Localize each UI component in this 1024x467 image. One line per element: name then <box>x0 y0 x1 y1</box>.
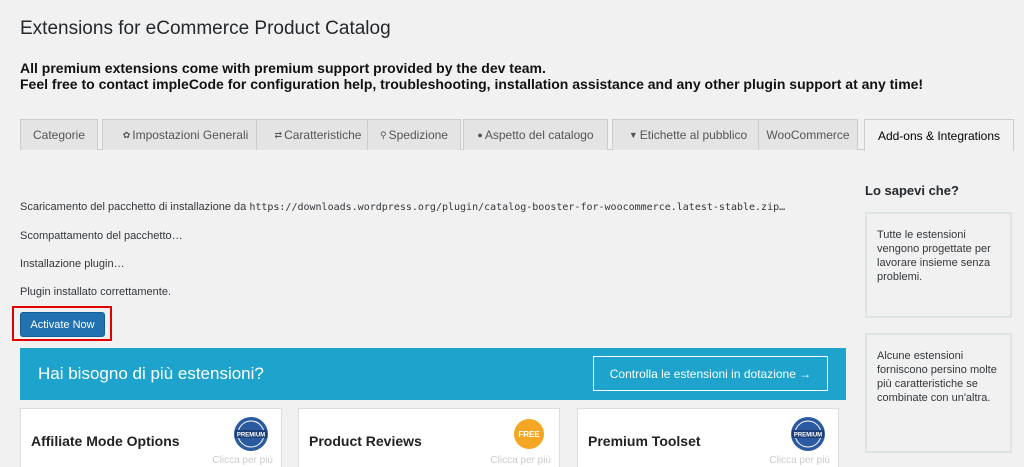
check-extensions-button[interactable]: Controlla le estensioni in dotazione → <box>593 356 828 391</box>
log-install: Installazione plugin… <box>20 258 125 270</box>
gear-icon: ✿ <box>122 129 131 140</box>
tab-aspetto-del-catalogo[interactable]: ● Aspetto del catalogo <box>463 119 608 150</box>
intro-line-1: All premium extensions come with premium… <box>20 60 546 76</box>
tab-woocommerce[interactable]: WooCommerce <box>758 119 858 150</box>
card-more-link[interactable]: Clicca per più <box>212 455 273 466</box>
badge-text: PREMIUM <box>794 433 822 439</box>
card-affiliate-mode-options[interactable]: Affiliate Mode Options PREMIUM Clicca pe… <box>20 408 282 467</box>
sidebar-title: Lo sapevi che? <box>865 183 959 198</box>
settings-tabs: Categorie ✿ Impostazioni Generali ⇄ Cara… <box>20 119 1014 151</box>
tab-caratteristiche[interactable]: ⇄ Caratteristiche <box>256 119 380 150</box>
banner-title: Hai bisogno di più estensioni? <box>38 364 264 383</box>
card-more-link[interactable]: Clicca per più <box>490 455 551 466</box>
tab-label: Impostazioni Generali <box>132 128 249 142</box>
speech-bubble-icon: ▼ <box>628 130 638 140</box>
log-download: Scaricamento del pacchetto di installazi… <box>20 201 785 213</box>
intro-line-2: Feel free to contact impleCode for confi… <box>20 76 924 92</box>
tab-spedizione[interactable]: ⚲ Spedizione <box>367 119 461 150</box>
location-pin-icon: ⚲ <box>380 129 387 140</box>
extensions-banner: Hai bisogno di più estensioni? Controlla… <box>20 348 846 400</box>
shuffle-icon: ⇄ <box>274 129 283 140</box>
page-title: Extensions for eCommerce Product Catalog <box>20 18 391 39</box>
tab-label: WooCommerce <box>766 128 850 142</box>
tab-label: Categorie <box>32 128 86 142</box>
premium-badge-icon: PREMIUM <box>234 417 268 451</box>
paint-icon: ● <box>477 130 483 140</box>
card-title: Premium Toolset <box>588 433 701 449</box>
intro-text: All premium extensions come with premium… <box>20 60 923 92</box>
free-badge-icon: FREE <box>514 419 544 449</box>
badge-text: PREMIUM <box>237 433 265 439</box>
tab-categorie[interactable]: Categorie <box>20 119 98 150</box>
tab-label: Aspetto del catalogo <box>484 128 594 142</box>
card-more-link[interactable]: Clicca per più <box>769 455 830 466</box>
premium-badge-icon: PREMIUM <box>791 417 825 451</box>
log-unpack: Scompattamento del pacchetto… <box>20 230 183 242</box>
tab-add-ons-integrations[interactable]: Add-ons & Integrations <box>864 119 1014 151</box>
tab-etichette-al-pubblico[interactable]: ▼ Etichette al pubblico <box>612 119 764 150</box>
tip-box: Alcune estensioni forniscono persino mol… <box>865 333 1012 453</box>
card-product-reviews[interactable]: Product Reviews FREE Clicca per più <box>298 408 560 467</box>
tab-label: Spedizione <box>388 128 448 142</box>
card-title: Product Reviews <box>309 433 422 449</box>
log-download-url: https://downloads.wordpress.org/plugin/c… <box>249 202 786 213</box>
badge-text: FREE <box>518 430 540 439</box>
card-title: Affiliate Mode Options <box>31 433 180 449</box>
activate-now-button[interactable]: Activate Now <box>20 312 105 337</box>
tab-label: Caratteristiche <box>284 128 362 142</box>
tab-label: Add-ons & Integrations <box>877 128 1001 143</box>
log-download-text: Scaricamento del pacchetto di installazi… <box>20 201 247 213</box>
tab-impostazioni-generali[interactable]: ✿ Impostazioni Generali <box>102 119 269 150</box>
log-success: Plugin installato correttamente. <box>20 286 172 298</box>
card-premium-toolset[interactable]: Premium Toolset PREMIUM Clicca per più <box>577 408 839 467</box>
tab-label: Etichette al pubblico <box>639 128 748 142</box>
tip-box: Tutte le estensioni vengono progettate p… <box>865 212 1012 318</box>
